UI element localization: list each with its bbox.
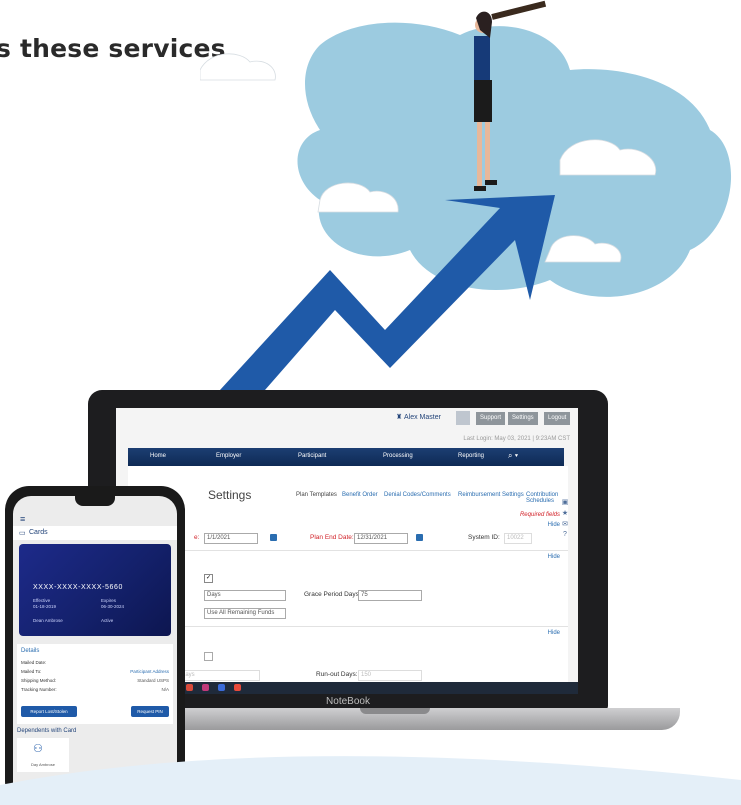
tab-reimbursement-settings[interactable]: Reimbursement Settings (458, 492, 524, 498)
cards-header: ▭ Cards (13, 526, 177, 540)
detail-value: N/A (161, 687, 169, 692)
divider (128, 626, 568, 627)
calendar-icon[interactable] (416, 534, 423, 541)
support-button[interactable]: Support (476, 412, 506, 425)
app-icon[interactable] (202, 684, 209, 691)
detail-label: Mailed Date: (21, 660, 47, 665)
calendar-icon[interactable]: ▣ (559, 498, 571, 506)
nav-employer[interactable]: Employer (216, 453, 241, 459)
dependents-title: Dependents with Card (17, 728, 77, 734)
help-icon[interactable]: ? (559, 531, 571, 538)
card-icon: ▭ (19, 530, 26, 537)
hide-link[interactable]: Hide (548, 554, 560, 560)
last-login: Last Login: May 03, 2021 | 9:23AM CST (463, 436, 570, 442)
side-toolbar: ▣ ★ ✉ ? (559, 498, 571, 541)
settings-panel: Settings Plan Templates Benefit Order De… (128, 466, 568, 694)
details-title: Details (21, 648, 40, 654)
user-name[interactable]: Alex Master (404, 414, 441, 421)
app-icon[interactable] (186, 684, 193, 691)
growth-illustration (200, 0, 732, 390)
funds-select[interactable]: Use All Remaining Funds (204, 608, 286, 619)
page-title: Settings (208, 488, 252, 502)
laptop-screen: ♜ Alex Master Support Settings Logout La… (116, 408, 578, 694)
runout-unit-select: Days (178, 670, 260, 681)
system-id-label: System ID: (468, 534, 500, 541)
grace-checkbox[interactable]: ✓ (204, 574, 213, 583)
background-swoosh (0, 756, 741, 805)
nav-processing[interactable]: Processing (383, 453, 413, 459)
divider (128, 550, 568, 551)
comment-icon[interactable]: ✉ (559, 520, 571, 528)
main-nav: Home Employer Participant Processing Rep… (128, 448, 564, 466)
nav-home[interactable]: Home (150, 453, 166, 459)
effective-value: 01-18-2019 (33, 604, 57, 609)
hide-link[interactable]: Hide (548, 630, 560, 636)
grace-days-label: Grace Period Days: (304, 591, 361, 598)
detail-label: Shipping Method: (21, 678, 57, 683)
tab-benefit-order[interactable]: Benefit Order (342, 492, 378, 498)
user-icon: ♜ (396, 414, 403, 421)
system-id-input: 10022 (504, 533, 532, 544)
expires-label: Expires (101, 598, 117, 603)
phone-notch (75, 496, 115, 506)
cards-title: Cards (29, 529, 48, 536)
runout-days-label: Run-out Days: (316, 671, 358, 678)
card-details: Details Mailed Date: Mailed To: Particip… (17, 644, 173, 724)
effective-label: Effective (33, 598, 51, 603)
runout-days-input: 150 (358, 670, 422, 681)
card-status: Active (101, 618, 114, 623)
tab-denial-codes[interactable]: Denial Codes/Comments (384, 492, 451, 498)
grace-unit-select[interactable]: Days (204, 590, 286, 601)
avatar[interactable] (456, 411, 470, 425)
detail-value: Standard USPS (137, 678, 169, 683)
detail-label: Tracking Number: (21, 687, 57, 692)
app-icon[interactable] (234, 684, 241, 691)
app-icon[interactable] (218, 684, 225, 691)
detail-label: Mailed To: (21, 669, 42, 674)
report-lost-stolen-button[interactable]: Report Lost/Stolen (21, 706, 77, 717)
cloud-shape (297, 22, 732, 297)
grace-days-input[interactable]: 75 (358, 590, 422, 601)
runout-checkbox[interactable] (204, 652, 213, 661)
headline: s these services (0, 34, 226, 63)
logout-button[interactable]: Logout (544, 412, 571, 425)
request-pin-button[interactable]: Request PIN (131, 706, 169, 717)
os-taskbar (116, 682, 578, 694)
required-note: Required fields (519, 512, 560, 518)
card-holder: Dean Ambrose (33, 618, 63, 623)
plan-end-label: Plan End Date: (310, 534, 354, 541)
card-number: XXXX-XXXX-XXXX-5660 (33, 584, 123, 591)
plan-end-input[interactable]: 12/31/2021 (354, 533, 408, 544)
nav-participant[interactable]: Participant (298, 453, 326, 459)
search-icon[interactable]: ⌕ ▾ (508, 451, 518, 461)
detail-value[interactable]: Participant Address (130, 669, 169, 674)
plan-start-input[interactable]: 1/1/2021 (204, 533, 258, 544)
laptop-notch (360, 708, 430, 714)
expires-value: 06-30-2024 (101, 604, 125, 609)
nav-reporting[interactable]: Reporting (458, 453, 484, 459)
calendar-icon[interactable] (270, 534, 277, 541)
app-topbar: ♜ Alex Master Support Settings Logout (116, 408, 578, 430)
hamburger-menu-icon[interactable]: ≡ (20, 514, 25, 524)
settings-button[interactable]: Settings (508, 412, 538, 425)
tab-plan-templates[interactable]: Plan Templates (296, 492, 337, 498)
star-icon[interactable]: ★ (559, 509, 571, 517)
benefit-card[interactable]: XXXX-XXXX-XXXX-5660 Effective 01-18-2019… (19, 544, 171, 636)
plan-start-label: e: (194, 534, 200, 541)
